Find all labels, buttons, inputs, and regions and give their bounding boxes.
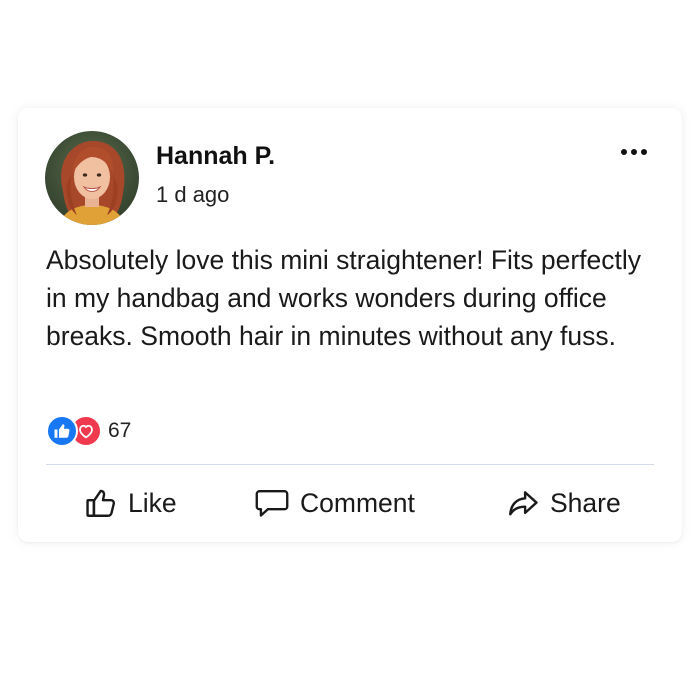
post-card: Hannah P. 1 d ago Absolutely love this m… bbox=[18, 108, 682, 542]
more-horizontal-icon bbox=[621, 149, 627, 155]
reaction-count: 67 bbox=[108, 419, 132, 442]
avatar-image bbox=[45, 131, 139, 225]
comment-label: Comment bbox=[300, 487, 415, 518]
thumbs-up-icon bbox=[84, 486, 118, 520]
divider bbox=[46, 464, 654, 465]
post-timestamp[interactable]: 1 d ago bbox=[156, 182, 229, 208]
comment-button[interactable]: Comment bbox=[254, 482, 415, 524]
more-options-button[interactable] bbox=[612, 140, 656, 164]
speech-bubble-icon bbox=[254, 486, 290, 520]
more-dot bbox=[641, 149, 647, 155]
avatar[interactable] bbox=[45, 131, 139, 225]
share-arrow-icon bbox=[506, 486, 540, 520]
share-label: Share bbox=[550, 487, 621, 518]
post-text: Absolutely love this mini straightener! … bbox=[46, 245, 642, 351]
like-reaction-icon bbox=[46, 415, 78, 447]
author-name[interactable]: Hannah P. bbox=[156, 142, 275, 171]
reactions-summary[interactable]: 67 bbox=[46, 414, 131, 448]
more-dot bbox=[631, 149, 637, 155]
like-button[interactable]: Like bbox=[84, 482, 177, 524]
share-button[interactable]: Share bbox=[506, 482, 621, 524]
like-label: Like bbox=[128, 487, 177, 518]
